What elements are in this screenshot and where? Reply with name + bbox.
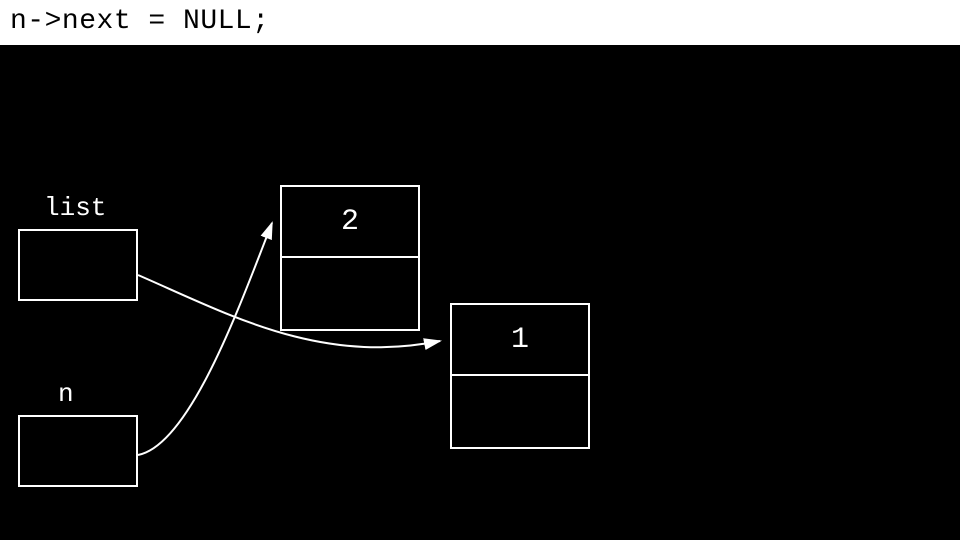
code-line: n->next = NULL; [0,0,960,45]
label-n: n [58,379,74,409]
node-value-1: 1 [452,305,588,376]
node-next-2 [282,258,418,329]
node-box-2: 2 [280,185,420,331]
node-value-2: 2 [282,187,418,258]
node-box-1: 1 [450,303,590,449]
arrow-n-to-2 [138,223,272,455]
diagram-stage: list n 2 1 [0,45,960,540]
label-list: list [44,193,106,223]
arrows-svg [0,45,960,540]
node-next-1 [452,376,588,447]
pointer-box-list [18,229,138,301]
pointer-box-n [18,415,138,487]
